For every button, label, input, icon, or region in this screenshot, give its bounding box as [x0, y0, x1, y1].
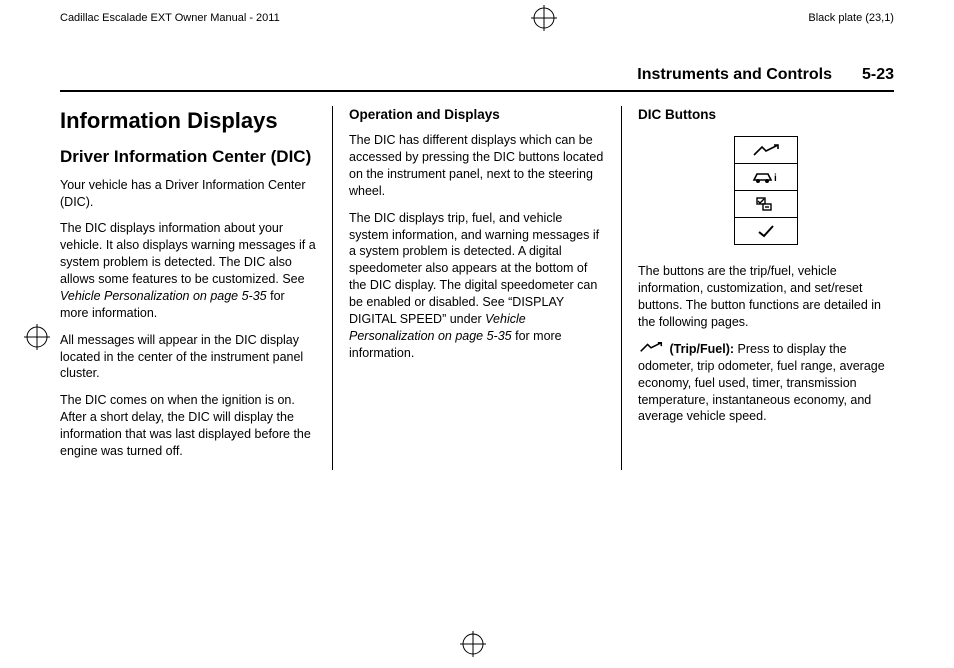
paragraph: The buttons are the trip/fuel, vehicle i…	[638, 263, 894, 331]
column-1: Information Displays Driver Information …	[60, 106, 332, 470]
trip-fuel-button-icon	[734, 136, 798, 163]
paragraph: The DIC comes on when the ignition is on…	[60, 392, 316, 460]
paragraph: The DIC displays information about your …	[60, 220, 316, 321]
trip-fuel-icon	[638, 341, 664, 358]
registration-mark-icon	[24, 324, 50, 355]
set-reset-button-icon	[734, 217, 798, 245]
vehicle-info-button-icon: i	[734, 163, 798, 190]
trip-fuel-definition: (Trip/Fuel): Press to display the odomet…	[638, 341, 894, 426]
customization-button-icon	[734, 190, 798, 217]
column-2: Operation and Displays The DIC has diffe…	[332, 106, 621, 470]
paragraph: Your vehicle has a Driver Information Ce…	[60, 177, 316, 211]
page-number: 5-23	[862, 66, 894, 84]
registration-mark-icon	[524, 5, 564, 31]
column-3: DIC Buttons i	[621, 106, 894, 470]
heading-dic-buttons: DIC Buttons	[638, 106, 894, 124]
doc-title: Cadillac Escalade EXT Owner Manual - 201…	[60, 12, 280, 24]
paragraph: All messages will appear in the DIC disp…	[60, 332, 316, 383]
running-header: Instruments and Controls 5-23	[60, 38, 894, 92]
cross-ref: Vehicle Personalization on page 5‑35	[60, 289, 267, 303]
heading-dic: Driver Information Center (DIC)	[60, 146, 316, 169]
content-columns: Information Displays Driver Information …	[60, 106, 894, 470]
registration-mark-icon	[460, 631, 486, 662]
heading-information-displays: Information Displays	[60, 106, 316, 136]
page-body: Instruments and Controls 5-23 Informatio…	[60, 38, 894, 470]
heading-operation: Operation and Displays	[349, 106, 605, 124]
plate-label: Black plate (23,1)	[808, 12, 894, 24]
section-title: Instruments and Controls	[637, 66, 832, 84]
svg-text:i: i	[774, 173, 777, 184]
dic-buttons-figure: i	[734, 136, 798, 245]
print-meta-bar: Cadillac Escalade EXT Owner Manual - 201…	[0, 0, 954, 32]
paragraph: The DIC has different displays which can…	[349, 132, 605, 200]
paragraph: The DIC displays trip, fuel, and vehicle…	[349, 210, 605, 362]
trip-fuel-label: (Trip/Fuel):	[666, 342, 738, 356]
